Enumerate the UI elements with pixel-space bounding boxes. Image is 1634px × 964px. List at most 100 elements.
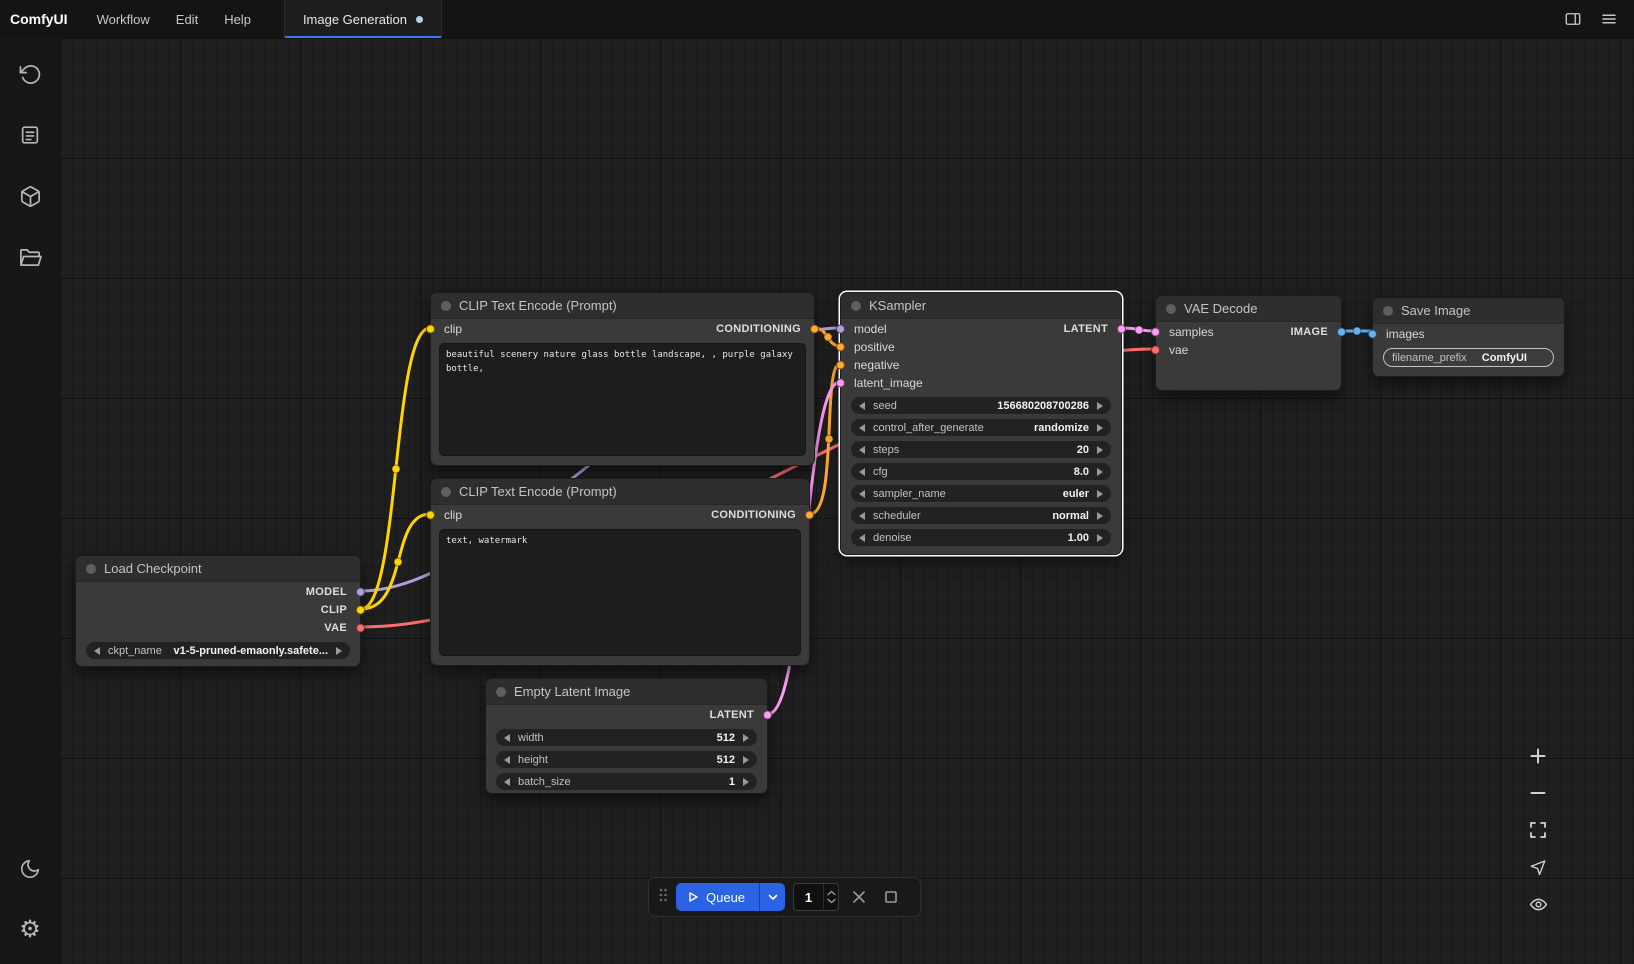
samples-input-port[interactable] xyxy=(1151,328,1160,337)
queue-button[interactable]: Queue xyxy=(676,883,759,911)
next-value-icon[interactable] xyxy=(743,734,749,742)
widget-filename-prefix[interactable]: filename_prefix ComfyUI xyxy=(1383,348,1554,367)
next-value-icon[interactable] xyxy=(1097,402,1103,410)
decrement-icon[interactable] xyxy=(827,898,836,904)
next-value-icon[interactable] xyxy=(743,778,749,786)
node-header[interactable]: VAE Decode xyxy=(1156,296,1341,322)
main-menu-button[interactable] xyxy=(1596,6,1622,32)
increment-icon[interactable] xyxy=(827,890,836,896)
image-output-port[interactable] xyxy=(1337,328,1346,337)
widget-denoise[interactable]: denoise 1.00 xyxy=(851,529,1111,546)
prev-value-icon[interactable] xyxy=(859,468,865,476)
collapse-dot-icon[interactable] xyxy=(1166,304,1176,314)
latent-output-port[interactable] xyxy=(1117,325,1126,334)
next-value-icon[interactable] xyxy=(743,756,749,764)
collapse-dot-icon[interactable] xyxy=(851,301,861,311)
clear-queue-button[interactable] xyxy=(879,885,903,909)
widget-steps[interactable]: steps 20 xyxy=(851,441,1111,458)
widget-sampler-name[interactable]: sampler_name euler xyxy=(851,485,1111,502)
prev-value-icon[interactable] xyxy=(504,734,510,742)
cancel-run-button[interactable] xyxy=(847,885,871,909)
settings-button[interactable]: ⚙ xyxy=(10,910,50,950)
toggle-panel-button[interactable] xyxy=(1560,6,1586,32)
node-header[interactable]: CLIP Text Encode (Prompt) xyxy=(431,479,809,505)
queue-bar-drag-handle[interactable] xyxy=(658,887,668,908)
node-empty-latent-image[interactable]: Empty Latent Image LATENT width 512 heig… xyxy=(485,678,768,794)
next-value-icon[interactable] xyxy=(1097,512,1103,520)
images-input-port[interactable] xyxy=(1368,330,1377,339)
next-value-icon[interactable] xyxy=(1097,490,1103,498)
node-header[interactable]: KSampler xyxy=(841,293,1121,319)
latent-output-port[interactable] xyxy=(763,711,772,720)
collapse-dot-icon[interactable] xyxy=(441,487,451,497)
next-value-icon[interactable] xyxy=(1097,468,1103,476)
zoom-out-button[interactable] xyxy=(1526,781,1550,805)
prev-value-icon[interactable] xyxy=(859,512,865,520)
node-vae-decode[interactable]: VAE Decode samples IMAGE vae xyxy=(1155,295,1342,391)
prompt-textarea[interactable]: beautiful scenery nature glass bottle la… xyxy=(439,343,806,456)
theme-toggle-button[interactable] xyxy=(10,849,50,889)
prev-value-icon[interactable] xyxy=(859,490,865,498)
batch-count-input[interactable]: 1 xyxy=(793,883,839,911)
widget-ckpt-name[interactable]: ckpt_name v1-5-pruned-emaonly.safete... xyxy=(86,642,350,659)
clip-input-port[interactable] xyxy=(426,325,435,334)
collapse-dot-icon[interactable] xyxy=(496,687,506,697)
widget-batch-size[interactable]: batch_size 1 xyxy=(496,773,757,790)
widget-cfg[interactable]: cfg 8.0 xyxy=(851,463,1111,480)
clip-input-port[interactable] xyxy=(426,511,435,520)
widget-control-after-generate[interactable]: control_after_generate randomize xyxy=(851,419,1111,436)
widget-seed[interactable]: seed 156680208700286 xyxy=(851,397,1111,414)
model-input-port[interactable] xyxy=(836,325,845,334)
node-clip-text-encode-negative[interactable]: CLIP Text Encode (Prompt) clip CONDITION… xyxy=(430,478,810,666)
node-load-checkpoint[interactable]: Load Checkpoint MODEL CLIP VAE ckpt_name… xyxy=(75,555,361,667)
widget-width[interactable]: width 512 xyxy=(496,729,757,746)
vae-output-port[interactable] xyxy=(356,624,365,633)
prev-value-icon[interactable] xyxy=(504,756,510,764)
next-value-icon[interactable] xyxy=(1097,534,1103,542)
next-value-icon[interactable] xyxy=(336,647,342,655)
fit-view-button[interactable] xyxy=(1526,818,1550,842)
conditioning-output-port[interactable] xyxy=(810,325,819,334)
next-value-icon[interactable] xyxy=(1097,446,1103,454)
collapse-dot-icon[interactable] xyxy=(1383,306,1393,316)
widget-scheduler[interactable]: scheduler normal xyxy=(851,507,1111,524)
prev-value-icon[interactable] xyxy=(94,647,100,655)
widget-height[interactable]: height 512 xyxy=(496,751,757,768)
next-value-icon[interactable] xyxy=(1097,424,1103,432)
select-mode-button[interactable] xyxy=(1526,855,1550,879)
collapse-dot-icon[interactable] xyxy=(86,564,96,574)
batch-count-value[interactable]: 1 xyxy=(794,890,823,905)
menu-edit[interactable]: Edit xyxy=(163,12,211,27)
node-save-image[interactable]: Save Image images filename_prefix ComfyU… xyxy=(1372,297,1565,377)
prev-value-icon[interactable] xyxy=(859,424,865,432)
prev-value-icon[interactable] xyxy=(859,446,865,454)
prev-value-icon[interactable] xyxy=(859,402,865,410)
latent-input-port[interactable] xyxy=(836,379,845,388)
sidebar-item-workflows[interactable] xyxy=(10,237,50,277)
zoom-in-button[interactable] xyxy=(1526,744,1550,768)
menu-help[interactable]: Help xyxy=(211,12,264,27)
vae-input-port[interactable] xyxy=(1151,346,1160,355)
toggle-link-visibility-button[interactable] xyxy=(1526,892,1550,916)
prev-value-icon[interactable] xyxy=(504,778,510,786)
sidebar-item-queue-history[interactable] xyxy=(10,54,50,94)
node-header[interactable]: Load Checkpoint xyxy=(76,556,360,582)
sidebar-item-model-library[interactable] xyxy=(10,176,50,216)
negative-input-port[interactable] xyxy=(836,361,845,370)
positive-input-port[interactable] xyxy=(836,343,845,352)
sidebar-item-logs[interactable] xyxy=(10,115,50,155)
node-header[interactable]: Save Image xyxy=(1373,298,1564,324)
prev-value-icon[interactable] xyxy=(859,534,865,542)
conditioning-output-port[interactable] xyxy=(805,511,814,520)
prompt-textarea[interactable]: text, watermark xyxy=(439,529,801,656)
tab-image-generation[interactable]: Image Generation xyxy=(284,0,442,38)
node-clip-text-encode-positive[interactable]: CLIP Text Encode (Prompt) clip CONDITION… xyxy=(430,292,815,466)
node-header[interactable]: CLIP Text Encode (Prompt) xyxy=(431,293,814,319)
clip-output-port[interactable] xyxy=(356,606,365,615)
collapse-dot-icon[interactable] xyxy=(441,301,451,311)
queue-options-button[interactable] xyxy=(759,883,785,911)
model-output-port[interactable] xyxy=(356,588,365,597)
node-header[interactable]: Empty Latent Image xyxy=(486,679,767,705)
menu-workflow[interactable]: Workflow xyxy=(84,12,163,27)
node-ksampler[interactable]: KSampler model LATENT positive negative … xyxy=(840,292,1122,555)
